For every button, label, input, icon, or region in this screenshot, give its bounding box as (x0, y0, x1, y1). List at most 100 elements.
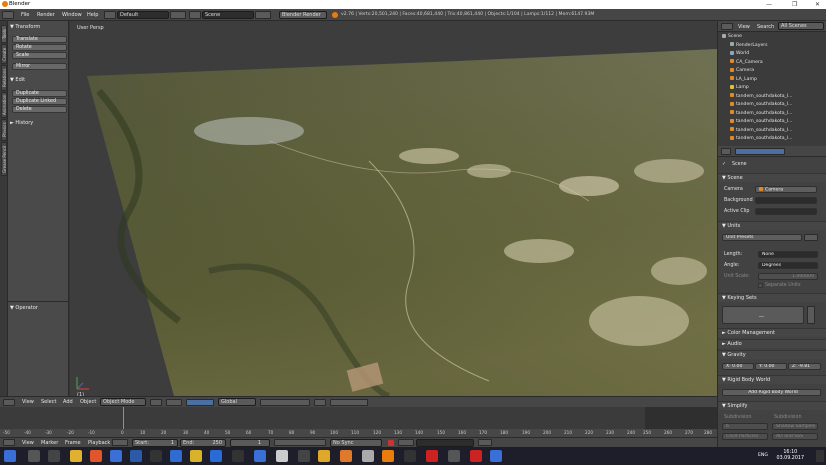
history-panel-header[interactable]: ► History (10, 120, 33, 126)
editor-type-timeline-icon[interactable] (3, 439, 15, 446)
duplicate-linked-button[interactable]: Duplicate Linked (12, 98, 67, 105)
scene-panel-header[interactable]: ▼ Scene (718, 173, 826, 182)
preview-range-icon[interactable] (112, 439, 128, 446)
app-icon[interactable] (254, 450, 266, 462)
filezilla-icon[interactable] (470, 450, 482, 462)
delete-button[interactable]: Delete (12, 106, 67, 113)
translate-button[interactable]: Translate (12, 36, 67, 43)
menu-help[interactable]: Help (87, 12, 98, 18)
3d-viewport[interactable] (69, 21, 717, 396)
menu-object[interactable]: Object (80, 399, 96, 405)
background-field[interactable] (755, 197, 817, 204)
file-explorer-icon[interactable] (70, 450, 82, 462)
render-preview-icon[interactable] (314, 399, 326, 406)
app-icon[interactable] (404, 450, 416, 462)
context-tabs-icons[interactable] (735, 148, 785, 155)
outliner-row[interactable]: tandem_southdakota_l... (718, 110, 826, 119)
scene-icon[interactable] (189, 11, 201, 19)
app-icon[interactable] (298, 450, 310, 462)
pivot-icon[interactable] (166, 399, 182, 406)
chrome-icon[interactable] (318, 450, 330, 462)
app-icon[interactable] (150, 450, 162, 462)
editor-type-3d-icon[interactable] (3, 399, 15, 406)
menu-render[interactable]: Render (37, 12, 55, 18)
tab-animation[interactable]: Animation (1, 92, 7, 118)
manipulator-icons[interactable] (186, 399, 214, 406)
menu-window[interactable]: Window (62, 12, 82, 18)
render-engine-select[interactable]: Blender Render (279, 11, 327, 19)
maximize-button[interactable]: ❐ (792, 1, 797, 8)
length-select[interactable]: None (758, 251, 818, 258)
system-clock[interactable]: 16:10 03.09.2017 (777, 450, 804, 462)
snap-icons[interactable] (330, 399, 368, 406)
task-view-icon[interactable] (48, 450, 60, 462)
operator-panel-header[interactable]: ▼ Operator (10, 305, 38, 311)
mail-icon[interactable] (490, 450, 502, 462)
active-clip-field[interactable] (755, 208, 817, 215)
terminal-icon[interactable] (232, 450, 244, 462)
word-icon[interactable] (210, 450, 222, 462)
app-icon[interactable] (110, 450, 122, 462)
keying-icon[interactable] (398, 439, 414, 446)
end-frame-field[interactable]: End: 250 (180, 439, 226, 447)
app-icon[interactable] (362, 450, 374, 462)
insert-keyframe-icon[interactable] (478, 439, 492, 446)
start-frame-field[interactable]: Start: 1 (132, 439, 178, 447)
outliner-row[interactable]: tandem_southdakota_l... (718, 101, 826, 110)
tab-create[interactable]: Create (1, 44, 7, 64)
outliner-row[interactable]: tandem_southdakota_l... (718, 118, 826, 127)
layers-icon[interactable] (260, 399, 310, 406)
edit-panel-header[interactable]: ▼ Edit (10, 77, 25, 83)
active-keying-set-field[interactable] (416, 439, 474, 447)
start-button-icon[interactable] (4, 450, 16, 462)
outliner-row[interactable]: Camera (718, 67, 826, 76)
ao-sss-field[interactable]: AO and SSS (772, 433, 818, 440)
minimize-button[interactable]: — (766, 1, 772, 8)
gravity-y-field[interactable]: Y: 0.00 (755, 363, 787, 370)
editor-type-properties-icon[interactable] (721, 148, 731, 155)
outliner-row[interactable]: tandem_southdakota_l... (718, 127, 826, 136)
app-icon[interactable] (276, 450, 288, 462)
editor-type-info-icon[interactable] (2, 11, 14, 19)
menu-playback[interactable]: Playback (88, 440, 110, 446)
audio-panel-header[interactable]: ► Audio (718, 339, 826, 348)
menu-file[interactable]: File (21, 12, 29, 18)
keying-sets-panel-header[interactable]: ▼ Keying Sets (718, 293, 826, 302)
subdivision-field[interactable]: 6 (722, 423, 768, 430)
object-mode-select[interactable]: Object Mode (100, 398, 146, 406)
playback-controls-icon[interactable] (274, 439, 326, 446)
record-icon[interactable] (388, 440, 394, 446)
scene-field[interactable]: Scene (202, 11, 254, 19)
angle-select[interactable]: Degrees (758, 262, 818, 269)
menu-select[interactable]: Select (41, 399, 56, 405)
app-icon[interactable] (170, 450, 182, 462)
menu-view[interactable]: View (738, 24, 750, 30)
vlc-icon[interactable] (340, 450, 352, 462)
app-icon[interactable] (448, 450, 460, 462)
menu-view[interactable]: View (22, 440, 34, 446)
notification-icon[interactable] (816, 450, 824, 462)
transform-panel-header[interactable]: ▼ Transform (10, 24, 40, 30)
color-management-panel-header[interactable]: ► Color Management (718, 328, 826, 337)
keying-sets-add-remove-icon[interactable] (807, 306, 815, 324)
gravity-panel-header[interactable]: ▼ Gravity (718, 350, 826, 359)
tab-tools[interactable]: Tools (1, 25, 7, 43)
outliner-filter-select[interactable]: All Scenes (778, 22, 824, 30)
app-icon[interactable] (426, 450, 438, 462)
screen-layout-icon[interactable] (104, 11, 116, 19)
editor-type-outliner-icon[interactable] (721, 23, 733, 30)
current-frame-indicator[interactable] (123, 407, 124, 429)
mirror-button[interactable]: Mirror (12, 63, 67, 70)
app-icon[interactable] (190, 450, 202, 462)
unit-scale-field[interactable]: 1.000000 (758, 273, 818, 280)
unit-presets-add-remove-icon[interactable] (804, 234, 818, 241)
scale-button[interactable]: Scale (12, 52, 67, 59)
timeline[interactable]: -50 -40 -30 -20 -10 0 10 20 30 40 50 60 … (0, 407, 717, 437)
simplify-panel-header[interactable]: ▼ Simplify (718, 401, 826, 410)
outliner-row[interactable]: tandem_southdakota_l... (718, 135, 826, 144)
outliner-row[interactable]: Scene (718, 33, 826, 42)
child-particles-field[interactable]: Child Particles (722, 433, 768, 440)
shadow-samples-field[interactable]: Shadow Samples (772, 423, 818, 430)
unit-presets-select[interactable]: Unit Presets (722, 234, 802, 241)
close-button[interactable]: ✕ (815, 1, 820, 8)
